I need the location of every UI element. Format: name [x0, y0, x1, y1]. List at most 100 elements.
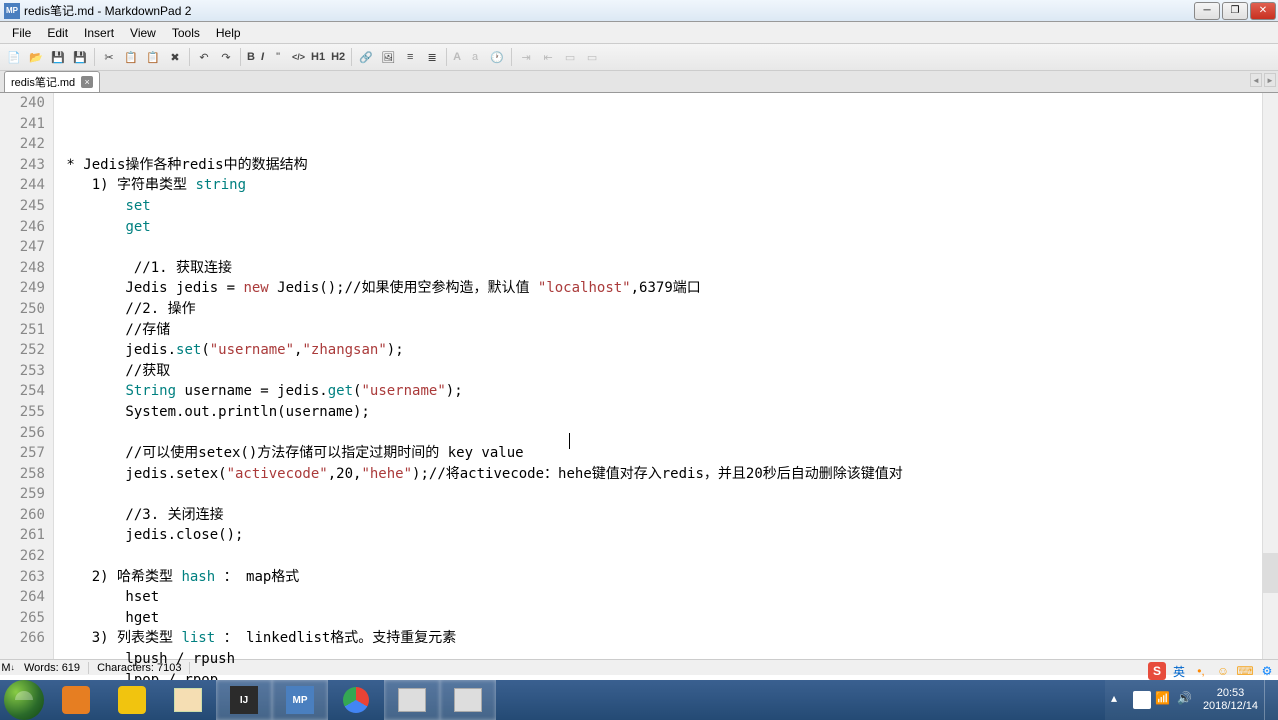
code-line: //1. 获取连接: [58, 258, 1278, 279]
h1-button[interactable]: H1: [309, 47, 327, 67]
document-tab[interactable]: redis笔记.md ×: [4, 71, 100, 92]
ime-tray: S 英 •, ☺ ⌨ ⚙: [1148, 662, 1276, 680]
minimize-button[interactable]: ─: [1194, 2, 1220, 20]
code-line: [58, 423, 1278, 444]
code-line: 3) 列表类型 list ： linkedlist格式。支持重复元素: [58, 628, 1278, 649]
code-line: jedis.close();: [58, 525, 1278, 546]
paste-button[interactable]: 📋: [143, 47, 163, 67]
image-button[interactable]: 🖼: [378, 47, 398, 67]
code-line: lpush / rpush: [58, 649, 1278, 670]
code-line: //2. 操作: [58, 299, 1278, 320]
menu-file[interactable]: File: [4, 24, 39, 42]
code-line: 2) 哈希类型 hash ： map格式: [58, 567, 1278, 588]
h2-button[interactable]: H2: [329, 47, 347, 67]
tab-close-button[interactable]: ×: [81, 76, 93, 88]
italic-button[interactable]: I: [259, 47, 266, 67]
indent-button[interactable]: ⇥: [516, 47, 536, 67]
punctuation-icon[interactable]: •,: [1192, 662, 1210, 680]
menubar: FileEditInsertViewToolsHelp: [0, 22, 1278, 44]
task-chrome[interactable]: [328, 680, 384, 720]
tray-volume-icon[interactable]: 🔊: [1177, 691, 1195, 709]
scrollbar-thumb[interactable]: [1262, 553, 1278, 593]
undo-button[interactable]: ↶: [194, 47, 214, 67]
taskbar: IJ MP ▴ 📶 🔊 20:53 2018/12/14: [0, 680, 1278, 720]
code-line: [58, 237, 1278, 258]
menu-view[interactable]: View: [122, 24, 164, 42]
code-line: hget: [58, 608, 1278, 629]
code-line: Jedis jedis = new Jedis();//如果使用空参构造，默认值…: [58, 278, 1278, 299]
code-line: jedis.setex("activecode",20,"hehe");//将a…: [58, 464, 1278, 485]
line-number-gutter: 240 241 242 243 244 245 246 247 248 249 …: [0, 93, 54, 659]
code-line: [58, 546, 1278, 567]
cut-button[interactable]: ✂: [99, 47, 119, 67]
bold-button[interactable]: B: [245, 47, 257, 67]
save-all-button[interactable]: 💾: [70, 47, 90, 67]
tab-scroll-right[interactable]: ►: [1264, 73, 1276, 87]
task-app-4[interactable]: [440, 680, 496, 720]
toolbar-separator: [511, 48, 512, 66]
toggle-preview-button[interactable]: ▭: [560, 47, 580, 67]
start-button[interactable]: [4, 680, 44, 720]
window-title: redis笔记.md - MarkdownPad 2: [24, 2, 1194, 19]
task-explorer[interactable]: [160, 680, 216, 720]
ordered-list-button[interactable]: ≡: [400, 47, 420, 67]
show-desktop-button[interactable]: [1264, 680, 1274, 720]
code-line: //存储: [58, 320, 1278, 341]
menu-insert[interactable]: Insert: [76, 24, 122, 42]
code-line: System.out.println(username);: [58, 402, 1278, 423]
copy-button[interactable]: 📋: [121, 47, 141, 67]
editor-area: 240 241 242 243 244 245 246 247 248 249 …: [0, 93, 1278, 659]
code-line: 1) 字符串类型 string: [58, 175, 1278, 196]
clock[interactable]: 20:53 2018/12/14: [1197, 687, 1264, 713]
settings-icon[interactable]: ⚙: [1258, 662, 1276, 680]
code-line: //获取: [58, 361, 1278, 382]
delete-button[interactable]: ✖: [165, 47, 185, 67]
code-button[interactable]: </>: [290, 47, 307, 67]
save-button[interactable]: 💾: [48, 47, 68, 67]
toolbar-separator: [446, 48, 447, 66]
titlebar: MP redis笔记.md - MarkdownPad 2 ─ ❐ ✕: [0, 0, 1278, 22]
sogou-ime-icon[interactable]: S: [1148, 662, 1166, 680]
task-intellij[interactable]: IJ: [216, 680, 272, 720]
task-app-2[interactable]: [104, 680, 160, 720]
task-markdownpad[interactable]: MP: [272, 680, 328, 720]
menu-tools[interactable]: Tools: [164, 24, 208, 42]
quote-button[interactable]: ": [268, 47, 288, 67]
vertical-scrollbar[interactable]: [1262, 93, 1278, 659]
tray-up-icon[interactable]: ▴: [1111, 691, 1129, 709]
tab-scroll-left[interactable]: ◄: [1250, 73, 1262, 87]
close-button[interactable]: ✕: [1250, 2, 1276, 20]
code-line: get: [58, 217, 1278, 238]
menu-help[interactable]: Help: [208, 24, 249, 42]
timestamp-button[interactable]: 🕐: [487, 47, 507, 67]
outdent-button[interactable]: ⇤: [538, 47, 558, 67]
code-line: //可以使用setex()方法存储可以指定过期时间的 key value: [58, 443, 1278, 464]
text-cursor: [569, 433, 570, 449]
keyboard-icon[interactable]: ⌨: [1236, 662, 1254, 680]
open-file-button[interactable]: 📂: [26, 47, 46, 67]
code-line: hset: [58, 587, 1278, 608]
toolbar-separator: [189, 48, 190, 66]
tray-network-icon[interactable]: 📶: [1155, 691, 1173, 709]
code-line: //3. 关闭连接: [58, 505, 1278, 526]
task-app-1[interactable]: [48, 680, 104, 720]
code-line: jedis.set("username","zhangsan");: [58, 340, 1278, 361]
maximize-button[interactable]: ❐: [1222, 2, 1248, 20]
code-line: set: [58, 196, 1278, 217]
redo-button[interactable]: ↷: [216, 47, 236, 67]
unordered-list-button[interactable]: ≣: [422, 47, 442, 67]
code-editor[interactable]: * Jedis操作各种redis中的数据结构 1) 字符串类型 string s…: [54, 93, 1278, 659]
tab-label: redis笔记.md: [11, 74, 75, 90]
link-button[interactable]: 🔗: [356, 47, 376, 67]
export-button[interactable]: ▭: [582, 47, 602, 67]
menu-edit[interactable]: Edit: [39, 24, 76, 42]
emoji-icon[interactable]: ☺: [1214, 662, 1232, 680]
task-app-3[interactable]: [384, 680, 440, 720]
hr-button[interactable]: A: [451, 47, 463, 67]
small-a-button[interactable]: a: [465, 47, 485, 67]
new-file-button[interactable]: 📄: [4, 47, 24, 67]
app-icon: MP: [4, 3, 20, 19]
language-icon[interactable]: 英: [1170, 662, 1188, 680]
tray-flag-icon[interactable]: [1133, 691, 1151, 709]
code-line: * Jedis操作各种redis中的数据结构: [58, 155, 1278, 176]
